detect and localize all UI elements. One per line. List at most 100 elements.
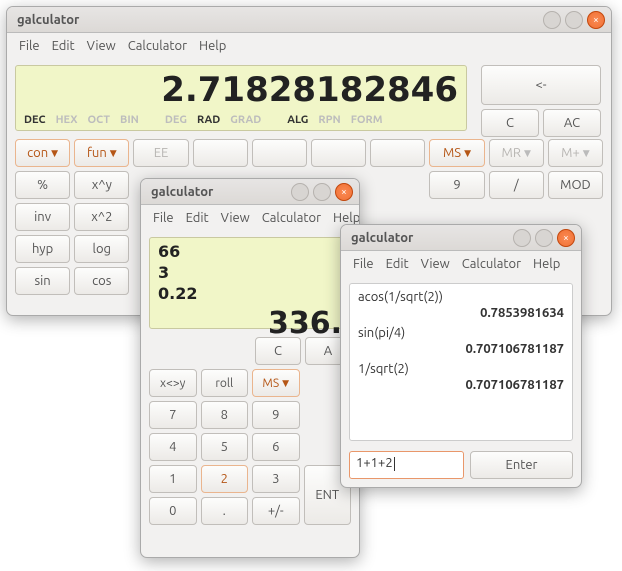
mode-rpn[interactable]: RPN [318,114,340,126]
mode-alg[interactable]: ALG [287,114,308,126]
two-button[interactable]: 2 [201,465,249,493]
menubar: File Edit View Calculator Help [141,205,359,231]
mode-rad[interactable]: RAD [197,114,220,126]
menu-edit[interactable]: Edit [382,255,413,273]
menu-calculator[interactable]: Calculator [458,255,525,273]
mode-form[interactable]: FORM [351,114,383,126]
display: 2.71828182846 DEC HEX OCT BIN DEG RAD GR… [15,65,467,131]
hex-b-button[interactable] [252,139,307,167]
mode-grad[interactable]: GRAD [230,114,261,126]
menu-file[interactable]: File [149,209,178,227]
titlebar[interactable]: galculator × [141,179,359,205]
five-button[interactable]: 5 [201,433,249,461]
four-button[interactable]: 4 [149,433,197,461]
menubar: File Edit View Calculator Help [7,33,611,59]
clear-button[interactable]: C [481,109,539,137]
clear-button[interactable]: C [255,337,301,365]
eight-button[interactable]: 8 [201,401,249,429]
mode-deg[interactable]: DEG [165,114,187,126]
close-button[interactable]: × [335,183,353,201]
menubar: File Edit View Calculator Help [341,251,581,277]
stack-line-2: 3 [158,263,342,284]
maximize-button[interactable] [313,183,331,201]
stack-line-3: 0.22 [158,284,342,305]
paper-tape[interactable]: acos(1/sqrt(2)) 0.7853981634 sin(pi/4) 0… [349,283,573,441]
expression-input[interactable]: 1+1+2 [349,451,464,479]
mod-button[interactable]: MOD [548,171,603,199]
result-line: 0.707106781187 [358,342,564,356]
hex-a-button[interactable] [193,139,248,167]
display-value: 2.71828182846 [24,70,458,110]
close-button[interactable]: × [557,229,575,247]
hyp-button[interactable]: hyp [15,235,70,263]
mode-hex[interactable]: HEX [56,114,78,126]
nine-button[interactable]: 9 [429,171,484,199]
menu-file[interactable]: File [349,255,378,273]
display: 66 3 0.22 336. [149,237,351,329]
ms-dropdown[interactable]: MS▼ [252,369,300,397]
menu-edit[interactable]: Edit [182,209,213,227]
power-button[interactable]: x^y [74,171,129,199]
sin-button[interactable]: sin [15,267,70,295]
menu-help[interactable]: Help [195,37,230,55]
divide-button[interactable]: / [489,171,544,199]
log-button[interactable]: log [74,235,129,263]
close-button[interactable]: × [587,11,605,29]
mode-row: DEC HEX OCT BIN DEG RAD GRAD ALG RPN FOR… [24,110,458,126]
titlebar[interactable]: galculator × [7,7,611,33]
inv-button[interactable]: inv [15,203,70,231]
mode-bin[interactable]: BIN [120,114,139,126]
window-title: galculator [347,231,509,245]
result-line: 0.7853981634 [358,306,564,320]
one-button[interactable]: 1 [149,465,197,493]
window-paper: galculator × File Edit View Calculator H… [340,224,582,488]
percent-button[interactable]: % [15,171,70,199]
swap-button[interactable]: x<>y [149,369,197,397]
minimize-button[interactable] [291,183,309,201]
ms-dropdown[interactable]: MS▼ [429,139,484,167]
mr-dropdown[interactable]: MR▼ [489,139,544,167]
maximize-button[interactable] [565,11,583,29]
menu-calculator[interactable]: Calculator [124,37,191,55]
text-cursor-icon [394,457,395,471]
seven-button[interactable]: 7 [149,401,197,429]
mode-dec[interactable]: DEC [24,114,46,126]
minimize-button[interactable] [513,229,531,247]
mplus-dropdown[interactable]: M+▼ [548,139,603,167]
plusminus-button[interactable]: +/- [252,497,300,525]
window-rpn: galculator × File Edit View Calculator H… [140,178,360,558]
con-dropdown[interactable]: con▼ [15,139,70,167]
enter-button[interactable]: Enter [470,451,573,479]
menu-view[interactable]: View [417,255,454,273]
zero-button[interactable]: 0 [149,497,197,525]
menu-help[interactable]: Help [529,255,564,273]
all-clear-button[interactable]: AC [543,109,601,137]
mode-oct[interactable]: OCT [88,114,111,126]
menu-view[interactable]: View [217,209,254,227]
three-button[interactable]: 3 [252,465,300,493]
cos-button[interactable]: cos [74,267,129,295]
hex-c-button[interactable] [311,139,366,167]
ee-button[interactable]: EE [133,139,188,167]
titlebar[interactable]: galculator × [341,225,581,251]
dot-button[interactable]: . [201,497,249,525]
window-title: galculator [13,13,539,27]
fun-dropdown[interactable]: fun▼ [74,139,129,167]
menu-calculator[interactable]: Calculator [258,209,325,227]
menu-edit[interactable]: Edit [48,37,79,55]
result-line: 0.707106781187 [358,378,564,392]
hex-d-button[interactable] [370,139,425,167]
window-title: galculator [147,185,287,199]
menu-view[interactable]: View [83,37,120,55]
roll-button[interactable]: roll [201,369,249,397]
maximize-button[interactable] [535,229,553,247]
nine-button[interactable]: 9 [252,401,300,429]
stack-line-1: 66 [158,242,342,263]
minimize-button[interactable] [543,11,561,29]
expr-line: sin(pi/4) [358,326,564,340]
six-button[interactable]: 6 [252,433,300,461]
expr-line: acos(1/sqrt(2)) [358,290,564,304]
menu-file[interactable]: File [15,37,44,55]
backspace-button[interactable]: <- [481,65,601,105]
square-button[interactable]: x^2 [74,203,129,231]
